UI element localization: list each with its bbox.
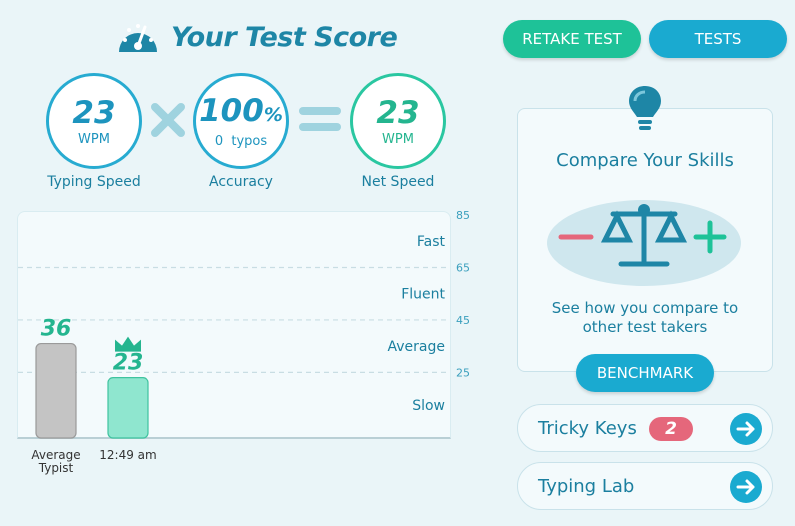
lightbulb-icon (629, 86, 661, 130)
y-tick-label: 45 (456, 314, 470, 327)
arrow-right-icon[interactable] (730, 413, 762, 445)
crown-icon (115, 336, 141, 352)
typing-lab-label: Typing Lab (538, 475, 635, 497)
category-label: Average (31, 448, 80, 462)
zone-label-slow: Slow (412, 398, 445, 414)
bar-average-typist (35, 342, 77, 439)
category-label: 12:49 am (99, 448, 156, 462)
y-tick-label: 85 (456, 209, 470, 222)
tricky-keys-link[interactable]: Tricky Keys 2 (517, 404, 773, 452)
typing-lab-link[interactable]: Typing Lab (517, 462, 773, 510)
zone-label-fluent: Fluent (401, 287, 445, 303)
benchmark-button[interactable]: BENCHMARK (576, 354, 714, 392)
bar-value-label: 36 (41, 317, 72, 342)
arrow-right-icon[interactable] (730, 471, 762, 503)
category-label: Typist (38, 461, 74, 475)
bar-your-score (107, 377, 149, 439)
y-tick-label: 65 (456, 261, 470, 274)
compare-description: See how you compare to other test takers (551, 299, 739, 336)
bar-value-label: 23 (113, 351, 144, 376)
scale-illustration (547, 200, 741, 286)
zone-label-fast: Fast (417, 234, 446, 250)
compare-title: Compare Your Skills (556, 150, 734, 171)
zone-label-average: Average (388, 339, 446, 355)
tricky-keys-count-badge: 2 (649, 417, 693, 441)
y-tick-label: 25 (456, 366, 470, 379)
tricky-keys-label: Tricky Keys (538, 417, 637, 439)
